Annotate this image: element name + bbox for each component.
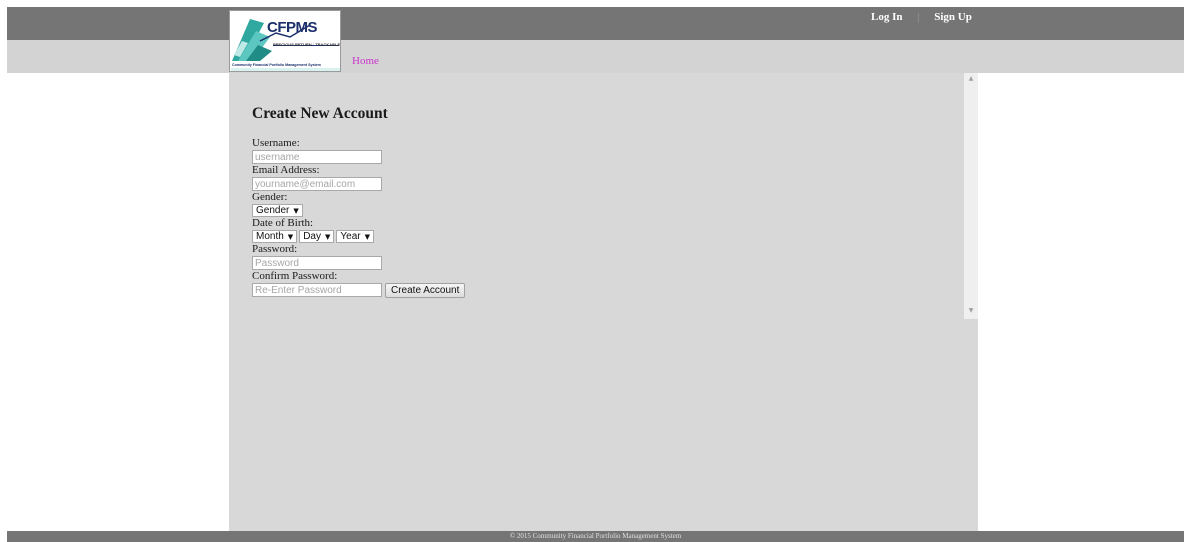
logo-title: CFPMS [267,19,318,36]
month-select-value: Month [256,231,284,242]
password-label: Password: [252,243,298,255]
day-select[interactable]: Day ▼ [299,230,335,243]
confirm-password-input[interactable] [252,283,382,297]
home-link[interactable]: Home [352,55,379,67]
scroll-down-icon[interactable]: ▼ [964,305,978,317]
year-select-value: Year [340,231,361,242]
day-select-value: Day [303,231,321,242]
logo-tagline: PRECIOUS RETURN · TRACKABLE [273,42,341,47]
dropdown-arrow-icon: ▼ [324,233,331,241]
confirm-row: Create Account [252,282,466,298]
nav-bar [7,40,1184,73]
dob-row: Month ▼ Day ▼ Year ▼ [252,229,465,244]
dropdown-arrow-icon: ▼ [364,233,370,241]
dob-label: Date of Birth: [252,217,314,229]
top-bar [7,7,1184,40]
dropdown-arrow-icon: ▼ [293,207,299,215]
gender-select[interactable]: Gender ▼ [252,204,303,217]
content-scrollbar[interactable]: ▲ ▼ [964,73,978,319]
logo-subtitle: Community Financial Portfolio Management… [232,63,321,67]
year-select[interactable]: Year ▼ [336,230,374,243]
footer: © 2015 Community Financial Portfolio Man… [7,531,1184,542]
email-label: Email Address: [252,164,320,176]
nav-separator: | [917,11,920,23]
username-label: Username: [252,137,300,149]
gender-select-value: Gender [256,205,290,216]
email-input[interactable] [252,177,382,191]
confirm-password-label: Confirm Password: [252,270,338,282]
signup-link[interactable]: Sign Up [934,11,972,23]
account-nav: Log In | Sign Up [871,11,972,23]
create-account-button[interactable]: Create Account [385,282,466,298]
dropdown-arrow-icon: ▼ [287,233,294,241]
gender-label: Gender: [252,191,288,203]
cfpms-logo[interactable]: CFPMS PRECIOUS RETURN · TRACKABLE Commun… [229,10,341,72]
username-input[interactable] [252,150,382,164]
page-title: Create New Account [252,105,388,122]
month-select[interactable]: Month ▼ [252,230,298,243]
scroll-up-icon[interactable]: ▲ [964,73,978,85]
password-input[interactable] [252,256,382,270]
login-link[interactable]: Log In [871,11,903,23]
gender-row: Gender ▼ [252,203,465,218]
signup-form: Username: Email Address: Gender: Gender▼… [252,137,466,298]
